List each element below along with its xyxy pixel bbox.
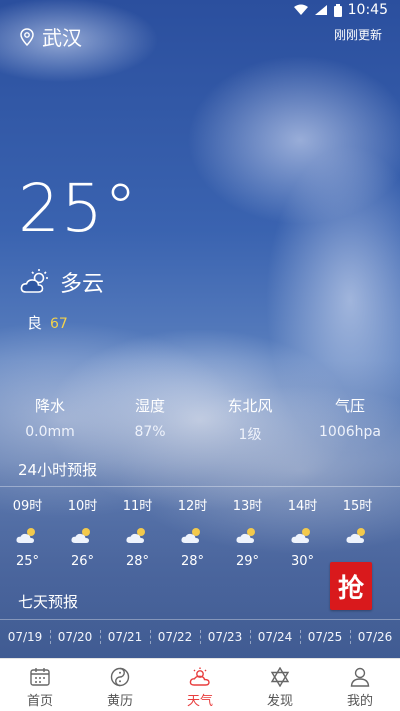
daily-date: 07/23 <box>200 630 250 644</box>
hourly-time: 12时 <box>177 499 208 514</box>
signal-icon <box>314 5 327 15</box>
aqi-value: 67 <box>50 316 68 332</box>
hourly-item: 15时 <box>330 495 385 569</box>
daily-date: 07/21 <box>100 630 150 644</box>
daily-date: 07/26 <box>350 630 400 644</box>
top-bar: 武汉 刚刚更新 <box>0 22 400 50</box>
hourly-time: 11时 <box>122 499 153 514</box>
hourly-temp: 29° <box>235 554 260 569</box>
weather-details: 降水 0.0mm 湿度 87% 东北风 1级 气压 1006hpa <box>0 395 400 444</box>
city-name: 武汉 <box>42 26 82 50</box>
daily-date: 07/20 <box>50 630 100 644</box>
detail-value: 87% <box>134 424 166 440</box>
detail-label: 气压 <box>334 397 365 415</box>
hourly-item: 10时 26° <box>55 495 110 569</box>
tab-label: 发现 <box>266 694 293 709</box>
partly-cloudy-icon <box>20 269 48 293</box>
person-icon <box>350 667 370 687</box>
weather-icon <box>189 667 210 686</box>
star-of-david-icon <box>270 667 290 687</box>
tab-weather[interactable]: 天气 <box>160 659 240 711</box>
current-temperature: 25° <box>18 170 138 247</box>
daily-forecast-title: 七天预报 <box>18 593 79 611</box>
partly-cloudy-icon <box>345 528 365 543</box>
detail-pressure: 气压 1006hpa <box>300 395 400 444</box>
partly-cloudy-icon <box>290 528 310 543</box>
partly-cloudy-icon <box>180 528 200 543</box>
partly-cloudy-icon <box>125 528 145 543</box>
detail-value: 0.0mm <box>25 424 75 440</box>
hourly-time: 09时 <box>12 499 43 514</box>
detail-label: 东北风 <box>227 397 273 415</box>
location-pin-icon <box>20 27 34 46</box>
tab-discover[interactable]: 发现 <box>240 659 320 711</box>
yin-yang-icon <box>110 667 130 687</box>
tab-almanac[interactable]: 黄历 <box>80 659 160 711</box>
hourly-temp: 25° <box>15 554 40 569</box>
daily-date: 07/24 <box>250 630 300 644</box>
hourly-item: 12时 28° <box>165 495 220 569</box>
tab-label: 我的 <box>346 694 373 709</box>
status-time: 10:45 <box>347 2 388 18</box>
daily-date: 07/22 <box>150 630 200 644</box>
condition-text: 多云 <box>60 272 105 297</box>
detail-precipitation: 降水 0.0mm <box>0 395 100 444</box>
update-status[interactable]: 刚刚更新 <box>334 26 382 43</box>
divider <box>0 486 400 487</box>
tab-label: 黄历 <box>106 694 133 709</box>
hourly-temp: 26° <box>70 554 95 569</box>
hourly-item: 13时 29° <box>220 495 275 569</box>
status-bar: 10:45 <box>0 0 400 20</box>
tab-label: 天气 <box>186 694 213 709</box>
hourly-item: 14时 30° <box>275 495 330 569</box>
aqi-label: 良 <box>27 314 43 332</box>
hourly-forecast-title: 24小时预报 <box>18 461 98 479</box>
daily-date: 07/19 <box>7 630 43 644</box>
tab-home[interactable]: 首页 <box>0 659 80 711</box>
divider <box>0 619 400 620</box>
detail-label: 降水 <box>34 397 65 415</box>
daily-date: 07/25 <box>300 630 350 644</box>
calendar-icon <box>30 668 50 686</box>
hourly-item: 11时 28° <box>110 495 165 569</box>
tab-label: 首页 <box>26 694 53 709</box>
detail-label: 湿度 <box>134 397 165 415</box>
hourly-temp: 28° <box>125 554 150 569</box>
hourly-time: 10时 <box>67 499 98 514</box>
hourly-item: 09时 25° <box>0 495 55 569</box>
detail-wind: 东北风 1级 <box>200 395 300 444</box>
battery-icon <box>333 3 342 17</box>
city-selector[interactable]: 武汉 <box>20 22 82 51</box>
hourly-temp: 30° <box>290 554 315 569</box>
wifi-icon <box>293 4 308 15</box>
detail-value: 1级 <box>238 427 262 443</box>
air-quality[interactable]: 良 67 <box>27 312 68 333</box>
partly-cloudy-icon <box>70 528 90 543</box>
detail-humidity: 湿度 87% <box>100 395 200 444</box>
bottom-tab-bar: 首页 黄历 天气 发现 我的 <box>0 658 400 711</box>
hourly-forecast[interactable]: 09时 25° 10时 26° 11时 28° 12时 28° 13时 29° … <box>0 495 400 569</box>
partly-cloudy-icon <box>235 528 255 543</box>
tab-profile[interactable]: 我的 <box>320 659 400 711</box>
hourly-time: 14时 <box>287 499 318 514</box>
detail-value: 1006hpa <box>319 424 381 440</box>
current-condition: 多云 <box>20 266 104 298</box>
partly-cloudy-icon <box>15 528 35 543</box>
hourly-temp: 28° <box>180 554 205 569</box>
daily-forecast[interactable]: 07/19 07/20 07/21 07/22 07/23 07/24 07/2… <box>0 630 400 644</box>
hourly-time: 15时 <box>342 499 373 514</box>
promo-badge[interactable]: 抢 <box>330 562 372 610</box>
hourly-time: 13时 <box>232 499 263 514</box>
